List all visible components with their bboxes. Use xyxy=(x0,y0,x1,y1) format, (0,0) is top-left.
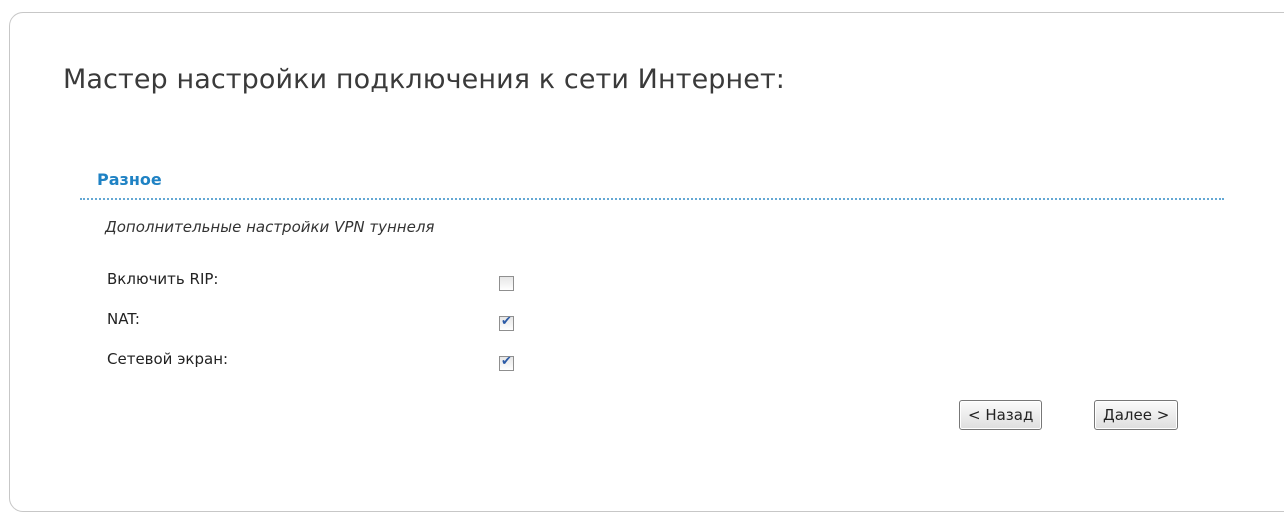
back-button[interactable]: < Назад xyxy=(959,400,1043,430)
section-divider xyxy=(80,198,1224,200)
checkmark-icon xyxy=(500,274,513,287)
checkmark-icon: ✔ xyxy=(501,314,512,329)
nat-label: NAT: xyxy=(107,310,140,328)
firewall-checkbox[interactable]: ✔ xyxy=(499,354,514,371)
nat-checkbox[interactable]: ✔ xyxy=(499,314,514,331)
rip-label: Включить RIP: xyxy=(107,270,219,288)
section-description: Дополнительные настройки VPN туннеля xyxy=(105,218,435,236)
firewall-label: Сетевой экран: xyxy=(107,350,229,368)
section-title: Разное xyxy=(97,170,162,189)
checkmark-icon: ✔ xyxy=(501,354,512,369)
rip-checkbox[interactable] xyxy=(499,276,514,291)
next-button[interactable]: Далее > xyxy=(1094,400,1179,430)
page-title: Мастер настройки подключения к сети Инте… xyxy=(63,64,786,95)
